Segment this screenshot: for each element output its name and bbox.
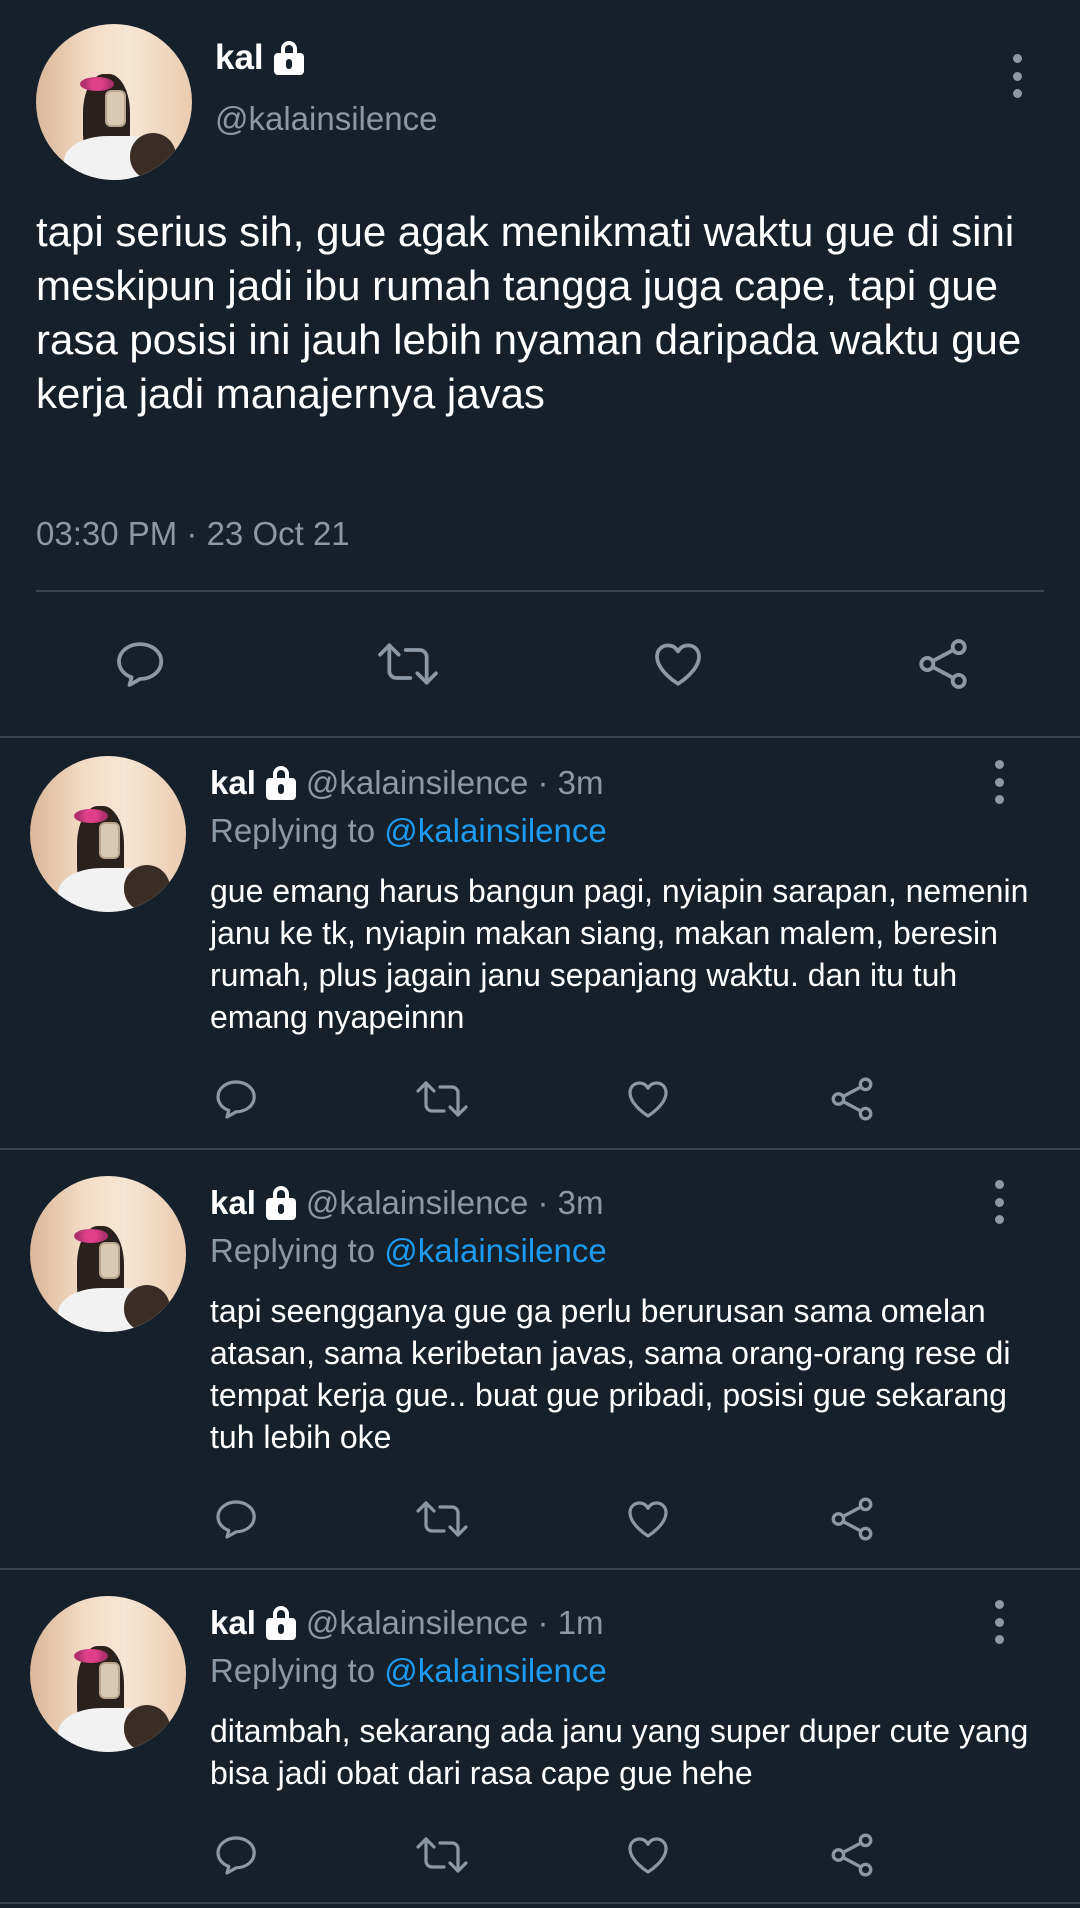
share-icon[interactable] (914, 635, 972, 693)
retweet-icon[interactable] (414, 1495, 470, 1543)
reply-header: kal @kalainsilence · 1m (210, 1604, 604, 1642)
replying-to: Replying to @kalainsilence (210, 812, 607, 850)
reply-text: tapi seengganya gue ga perlu berurusan s… (210, 1293, 1011, 1455)
tweet-timestamp: 03:30 PM · 23 Oct 21 (36, 515, 350, 552)
reply-icon[interactable] (212, 1495, 260, 1543)
author-handle-time[interactable]: @kalainsilence · 1m (306, 1604, 604, 1642)
reply-header: kal @kalainsilence · 3m (210, 1184, 604, 1222)
lock-icon (265, 766, 296, 800)
more-icon[interactable] (1007, 54, 1027, 98)
lock-icon (273, 41, 304, 75)
reply-icon[interactable] (212, 1075, 260, 1123)
replying-to-label: Replying to (210, 1652, 376, 1689)
main-actions (112, 634, 972, 694)
author-handle-time[interactable]: @kalainsilence · 3m (306, 764, 604, 802)
author-name-label: kal (215, 38, 264, 77)
more-icon[interactable] (989, 1600, 1009, 1644)
reply-icon[interactable] (112, 636, 168, 692)
mention-link[interactable]: @kalainsilence (384, 812, 606, 849)
divider (0, 1148, 1080, 1150)
share-icon[interactable] (827, 1830, 877, 1880)
like-icon[interactable] (623, 1831, 673, 1879)
replying-to: Replying to @kalainsilence (210, 1652, 607, 1690)
retweet-icon[interactable] (375, 636, 441, 692)
reply-text: gue emang harus bangun pagi, nyiapin sar… (210, 873, 1029, 1035)
replying-to-label: Replying to (210, 1232, 376, 1269)
mention-link[interactable]: @kalainsilence (384, 1232, 606, 1269)
avatar[interactable] (30, 756, 186, 912)
reply-actions (212, 1828, 877, 1882)
reply-text: ditambah, sekarang ada janu yang super d… (210, 1713, 1029, 1791)
author-name[interactable]: kal (210, 1184, 256, 1222)
avatar[interactable] (30, 1176, 186, 1332)
replying-to: Replying to @kalainsilence (210, 1232, 607, 1270)
share-icon[interactable] (827, 1074, 877, 1124)
retweet-icon[interactable] (414, 1075, 470, 1123)
retweet-icon[interactable] (414, 1831, 470, 1879)
reply-actions (212, 1072, 877, 1126)
avatar[interactable] (36, 24, 192, 180)
avatar[interactable] (30, 1596, 186, 1752)
lock-icon (265, 1606, 296, 1640)
divider (36, 590, 1044, 592)
tweet-text: tapi serius sih, gue agak menikmati wakt… (36, 208, 1022, 417)
more-icon[interactable] (989, 1180, 1009, 1224)
like-icon[interactable] (623, 1075, 673, 1123)
author-name[interactable]: kal (215, 38, 304, 78)
divider (0, 736, 1080, 738)
author-handle-time[interactable]: @kalainsilence · 3m (306, 1184, 604, 1222)
share-icon[interactable] (827, 1494, 877, 1544)
author-name[interactable]: kal (210, 764, 256, 802)
reply-header: kal @kalainsilence · 3m (210, 764, 604, 802)
lock-icon (265, 1186, 296, 1220)
divider (0, 1902, 1080, 1904)
like-icon[interactable] (623, 1495, 673, 1543)
divider (0, 1568, 1080, 1570)
more-icon[interactable] (989, 760, 1009, 804)
replying-to-label: Replying to (210, 812, 376, 849)
reply-actions (212, 1492, 877, 1546)
mention-link[interactable]: @kalainsilence (384, 1652, 606, 1689)
author-name[interactable]: kal (210, 1604, 256, 1642)
reply-icon[interactable] (212, 1831, 260, 1879)
like-icon[interactable] (649, 636, 707, 692)
author-handle[interactable]: @kalainsilence (215, 100, 437, 138)
